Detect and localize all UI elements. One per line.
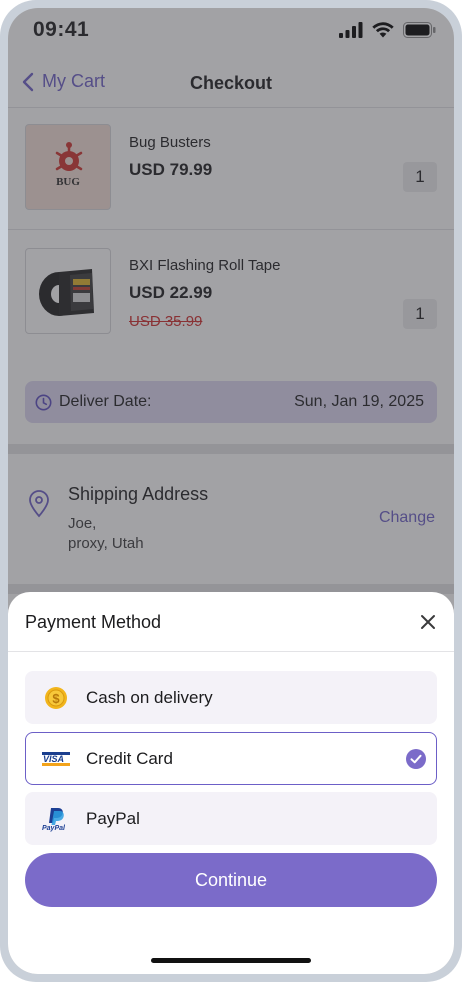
payment-option-label: Cash on delivery bbox=[86, 688, 213, 707]
screen: 09:41 My Cart Checkout BUG Bug Busters U… bbox=[8, 8, 454, 974]
home-indicator bbox=[151, 958, 311, 963]
continue-button[interactable]: Continue bbox=[25, 853, 437, 907]
sheet-header: Payment Method bbox=[8, 592, 454, 652]
device-frame: 09:41 My Cart Checkout BUG Bug Busters U… bbox=[0, 0, 462, 982]
payment-method-sheet: Payment Method $ Cash on delivery VISA C… bbox=[8, 592, 454, 974]
payment-option-paypal[interactable]: PayPal PayPal bbox=[25, 792, 437, 845]
payment-option-credit-card[interactable]: VISA Credit Card bbox=[25, 732, 437, 785]
visa-icon-text: VISA bbox=[43, 754, 65, 764]
coin-icon: $ bbox=[45, 687, 67, 709]
svg-text:$: $ bbox=[52, 691, 60, 706]
paypal-icon-text: PayPal bbox=[42, 825, 65, 832]
payment-option-cash[interactable]: $ Cash on delivery bbox=[25, 671, 437, 724]
payment-option-label: Credit Card bbox=[86, 749, 173, 768]
sheet-title: Payment Method bbox=[25, 612, 162, 632]
payment-option-label: PayPal bbox=[86, 809, 140, 828]
checkmark-icon bbox=[406, 749, 426, 769]
close-icon[interactable] bbox=[416, 610, 440, 634]
